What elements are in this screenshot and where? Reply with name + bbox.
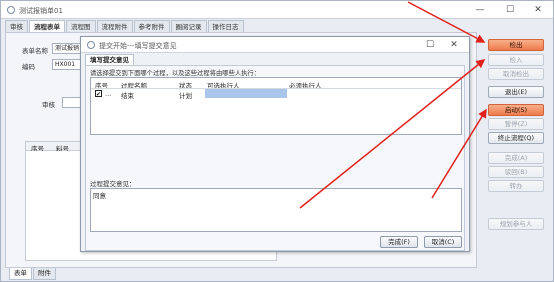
annotation-arrows xyxy=(299,1,487,209)
arrow-to-dialog xyxy=(299,59,486,209)
arrow-to-start xyxy=(431,108,487,199)
arrow-to-checkout xyxy=(407,1,486,43)
